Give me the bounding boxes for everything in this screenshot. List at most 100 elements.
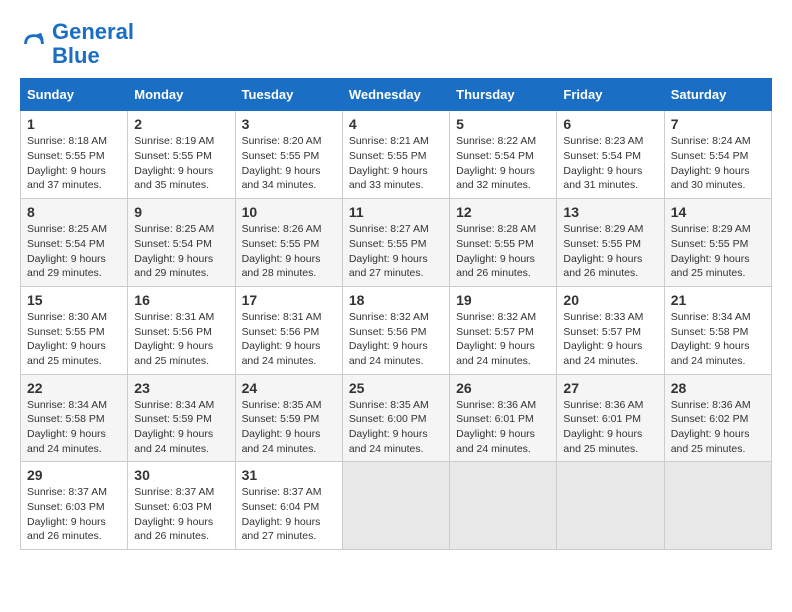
calendar-day-cell [557,462,664,550]
day-number: 16 [134,292,228,308]
calendar-table: SundayMondayTuesdayWednesdayThursdayFrid… [20,78,772,550]
day-number: 25 [349,380,443,396]
day-number: 23 [134,380,228,396]
logo-blue: Blue [52,43,100,68]
day-info: Sunrise: 8:34 AM Sunset: 5:58 PM Dayligh… [27,398,121,457]
day-info: Sunrise: 8:20 AM Sunset: 5:55 PM Dayligh… [242,134,336,193]
calendar-day-cell: 31 Sunrise: 8:37 AM Sunset: 6:04 PM Dayl… [235,462,342,550]
calendar-day-cell: 20 Sunrise: 8:33 AM Sunset: 5:57 PM Dayl… [557,286,664,374]
calendar-day-cell: 27 Sunrise: 8:36 AM Sunset: 6:01 PM Dayl… [557,374,664,462]
calendar-day-cell: 4 Sunrise: 8:21 AM Sunset: 5:55 PM Dayli… [342,111,449,199]
calendar-day-cell: 16 Sunrise: 8:31 AM Sunset: 5:56 PM Dayl… [128,286,235,374]
day-number: 15 [27,292,121,308]
day-info: Sunrise: 8:21 AM Sunset: 5:55 PM Dayligh… [349,134,443,193]
day-info: Sunrise: 8:18 AM Sunset: 5:55 PM Dayligh… [27,134,121,193]
day-number: 3 [242,116,336,132]
weekday-header: Thursday [450,79,557,111]
day-number: 28 [671,380,765,396]
day-info: Sunrise: 8:37 AM Sunset: 6:04 PM Dayligh… [242,485,336,544]
calendar-day-cell: 29 Sunrise: 8:37 AM Sunset: 6:03 PM Dayl… [21,462,128,550]
calendar-day-cell: 2 Sunrise: 8:19 AM Sunset: 5:55 PM Dayli… [128,111,235,199]
day-number: 13 [563,204,657,220]
day-info: Sunrise: 8:32 AM Sunset: 5:56 PM Dayligh… [349,310,443,369]
day-info: Sunrise: 8:29 AM Sunset: 5:55 PM Dayligh… [563,222,657,281]
calendar-day-cell: 22 Sunrise: 8:34 AM Sunset: 5:58 PM Dayl… [21,374,128,462]
calendar-day-cell: 14 Sunrise: 8:29 AM Sunset: 5:55 PM Dayl… [664,199,771,287]
day-info: Sunrise: 8:32 AM Sunset: 5:57 PM Dayligh… [456,310,550,369]
day-info: Sunrise: 8:22 AM Sunset: 5:54 PM Dayligh… [456,134,550,193]
calendar-day-cell: 18 Sunrise: 8:32 AM Sunset: 5:56 PM Dayl… [342,286,449,374]
calendar-day-cell: 30 Sunrise: 8:37 AM Sunset: 6:03 PM Dayl… [128,462,235,550]
calendar-week-row: 22 Sunrise: 8:34 AM Sunset: 5:58 PM Dayl… [21,374,772,462]
calendar-day-cell: 24 Sunrise: 8:35 AM Sunset: 5:59 PM Dayl… [235,374,342,462]
calendar-day-cell: 7 Sunrise: 8:24 AM Sunset: 5:54 PM Dayli… [664,111,771,199]
day-info: Sunrise: 8:27 AM Sunset: 5:55 PM Dayligh… [349,222,443,281]
day-number: 8 [27,204,121,220]
day-number: 2 [134,116,228,132]
day-number: 6 [563,116,657,132]
day-number: 1 [27,116,121,132]
day-info: Sunrise: 8:29 AM Sunset: 5:55 PM Dayligh… [671,222,765,281]
day-info: Sunrise: 8:19 AM Sunset: 5:55 PM Dayligh… [134,134,228,193]
day-info: Sunrise: 8:35 AM Sunset: 5:59 PM Dayligh… [242,398,336,457]
calendar-week-row: 15 Sunrise: 8:30 AM Sunset: 5:55 PM Dayl… [21,286,772,374]
day-number: 18 [349,292,443,308]
day-info: Sunrise: 8:34 AM Sunset: 5:59 PM Dayligh… [134,398,228,457]
logo: General Blue [20,20,134,68]
calendar-day-cell: 17 Sunrise: 8:31 AM Sunset: 5:56 PM Dayl… [235,286,342,374]
day-number: 10 [242,204,336,220]
day-number: 9 [134,204,228,220]
day-number: 11 [349,204,443,220]
logo-general: General [52,19,134,44]
day-number: 17 [242,292,336,308]
header: General Blue [20,20,772,68]
weekday-header: Saturday [664,79,771,111]
day-info: Sunrise: 8:37 AM Sunset: 6:03 PM Dayligh… [27,485,121,544]
calendar-day-cell: 11 Sunrise: 8:27 AM Sunset: 5:55 PM Dayl… [342,199,449,287]
weekday-header-row: SundayMondayTuesdayWednesdayThursdayFrid… [21,79,772,111]
weekday-header: Friday [557,79,664,111]
calendar-day-cell: 8 Sunrise: 8:25 AM Sunset: 5:54 PM Dayli… [21,199,128,287]
day-info: Sunrise: 8:23 AM Sunset: 5:54 PM Dayligh… [563,134,657,193]
weekday-header: Sunday [21,79,128,111]
calendar-day-cell [342,462,449,550]
day-info: Sunrise: 8:24 AM Sunset: 5:54 PM Dayligh… [671,134,765,193]
day-info: Sunrise: 8:28 AM Sunset: 5:55 PM Dayligh… [456,222,550,281]
day-info: Sunrise: 8:30 AM Sunset: 5:55 PM Dayligh… [27,310,121,369]
calendar-day-cell: 25 Sunrise: 8:35 AM Sunset: 6:00 PM Dayl… [342,374,449,462]
calendar-week-row: 29 Sunrise: 8:37 AM Sunset: 6:03 PM Dayl… [21,462,772,550]
day-number: 5 [456,116,550,132]
calendar-day-cell: 12 Sunrise: 8:28 AM Sunset: 5:55 PM Dayl… [450,199,557,287]
day-number: 27 [563,380,657,396]
weekday-header: Tuesday [235,79,342,111]
day-info: Sunrise: 8:36 AM Sunset: 6:01 PM Dayligh… [563,398,657,457]
day-info: Sunrise: 8:31 AM Sunset: 5:56 PM Dayligh… [134,310,228,369]
calendar-day-cell: 19 Sunrise: 8:32 AM Sunset: 5:57 PM Dayl… [450,286,557,374]
day-info: Sunrise: 8:33 AM Sunset: 5:57 PM Dayligh… [563,310,657,369]
day-info: Sunrise: 8:34 AM Sunset: 5:58 PM Dayligh… [671,310,765,369]
day-number: 31 [242,467,336,483]
day-info: Sunrise: 8:36 AM Sunset: 6:02 PM Dayligh… [671,398,765,457]
calendar-day-cell: 23 Sunrise: 8:34 AM Sunset: 5:59 PM Dayl… [128,374,235,462]
weekday-header: Wednesday [342,79,449,111]
day-number: 14 [671,204,765,220]
calendar-week-row: 8 Sunrise: 8:25 AM Sunset: 5:54 PM Dayli… [21,199,772,287]
day-info: Sunrise: 8:31 AM Sunset: 5:56 PM Dayligh… [242,310,336,369]
day-info: Sunrise: 8:25 AM Sunset: 5:54 PM Dayligh… [134,222,228,281]
calendar-day-cell: 28 Sunrise: 8:36 AM Sunset: 6:02 PM Dayl… [664,374,771,462]
logo-icon [20,30,48,58]
day-info: Sunrise: 8:26 AM Sunset: 5:55 PM Dayligh… [242,222,336,281]
calendar-day-cell: 13 Sunrise: 8:29 AM Sunset: 5:55 PM Dayl… [557,199,664,287]
day-number: 7 [671,116,765,132]
day-number: 12 [456,204,550,220]
calendar-day-cell: 6 Sunrise: 8:23 AM Sunset: 5:54 PM Dayli… [557,111,664,199]
day-number: 20 [563,292,657,308]
calendar-week-row: 1 Sunrise: 8:18 AM Sunset: 5:55 PM Dayli… [21,111,772,199]
day-number: 29 [27,467,121,483]
calendar-day-cell [664,462,771,550]
day-info: Sunrise: 8:36 AM Sunset: 6:01 PM Dayligh… [456,398,550,457]
day-number: 21 [671,292,765,308]
weekday-header: Monday [128,79,235,111]
calendar-day-cell: 5 Sunrise: 8:22 AM Sunset: 5:54 PM Dayli… [450,111,557,199]
calendar-day-cell [450,462,557,550]
